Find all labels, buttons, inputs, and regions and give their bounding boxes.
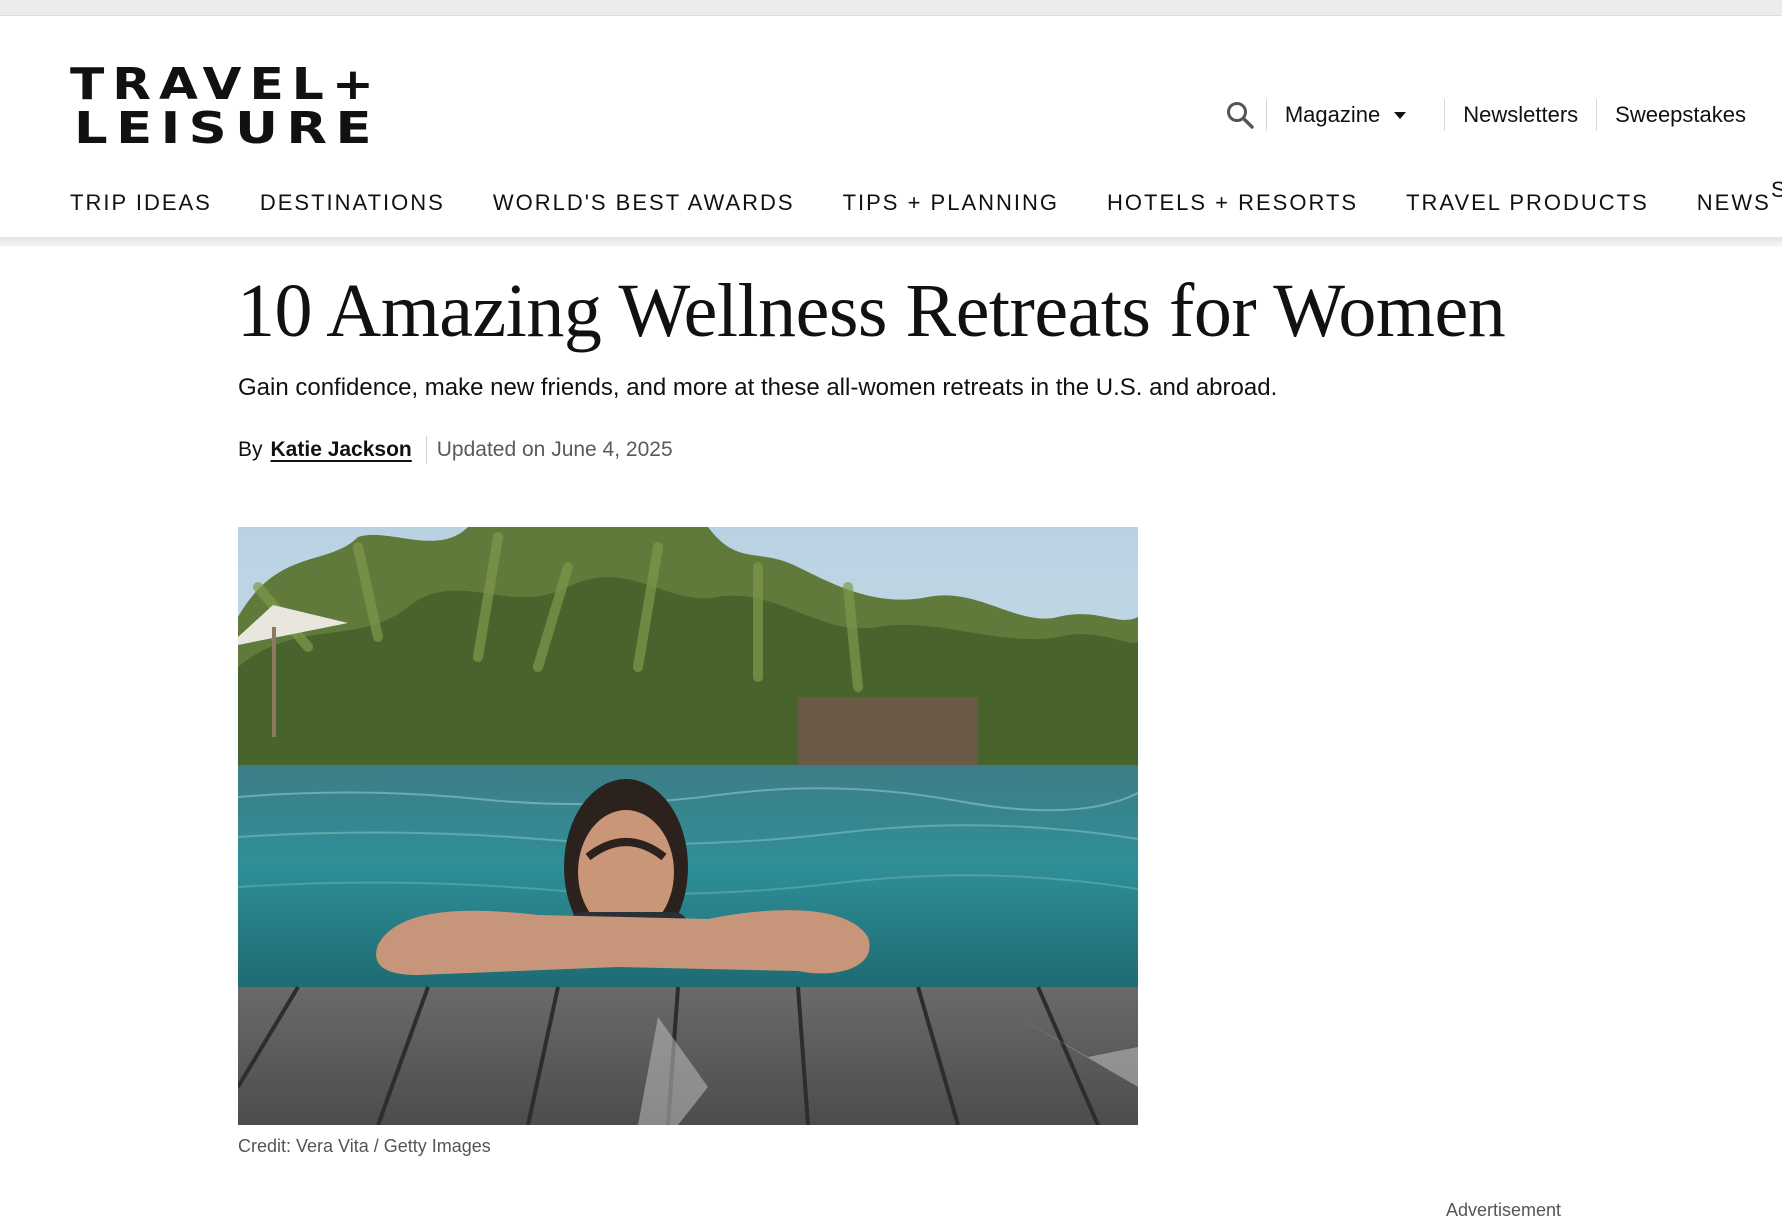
browser-top-strip — [0, 0, 1782, 16]
updated-date: Updated on June 4, 2025 — [436, 438, 673, 461]
caret-down-icon — [1394, 111, 1407, 119]
logo-line-2: LEISURE — [74, 103, 380, 151]
sweepstakes-link[interactable]: Sweepstakes — [1597, 102, 1746, 128]
nav-item-tips-planning[interactable]: TIPS + PLANNING — [843, 190, 1059, 216]
nav-item-news[interactable]: NEWS — [1697, 190, 1771, 216]
article-title: 10 Amazing Wellness Retreats for Women — [237, 269, 1506, 353]
utility-nav: Magazine Newsletters Sweepstakes — [1214, 83, 1746, 147]
magazine-label: Magazine — [1284, 102, 1381, 127]
nav-item-overflow[interactable]: S — [1771, 177, 1782, 203]
advertisement-label: Advertisement — [1446, 1200, 1562, 1220]
author-link[interactable]: Katie Jackson — [271, 438, 412, 462]
site-header: TRAVEL+ LEISURE Magazine Newsletters Swe… — [0, 17, 1782, 237]
nav-item-hotels-resorts[interactable]: HOTELS + RESORTS — [1107, 190, 1358, 216]
nav-item-trip-ideas[interactable]: TRIP IDEAS — [70, 190, 212, 216]
main-nav: TRIP IDEAS DESTINATIONS WORLD'S BEST AWA… — [70, 183, 1782, 223]
hero-image — [238, 527, 1138, 1125]
site-logo[interactable]: TRAVEL+ LEISURE — [70, 61, 390, 151]
nav-item-destinations[interactable]: DESTINATIONS — [260, 190, 445, 216]
magazine-dropdown[interactable]: Magazine — [1267, 102, 1444, 128]
header-divider — [0, 237, 1782, 247]
article-dek: Gain confidence, make new friends, and m… — [238, 374, 1278, 401]
search-icon — [1226, 102, 1254, 129]
byline: By Katie Jackson Updated on June 4, 2025 — [238, 435, 673, 465]
search-button[interactable] — [1214, 93, 1266, 137]
byline-prefix: By — [238, 438, 263, 461]
nav-item-worlds-best-awards[interactable]: WORLD'S BEST AWARDS — [493, 190, 795, 216]
newsletters-link[interactable]: Newsletters — [1445, 102, 1596, 128]
nav-item-travel-products[interactable]: TRAVEL PRODUCTS — [1406, 190, 1649, 216]
byline-divider — [425, 436, 427, 464]
image-credit: Credit: Vera Vita / Getty Images — [238, 1136, 491, 1156]
